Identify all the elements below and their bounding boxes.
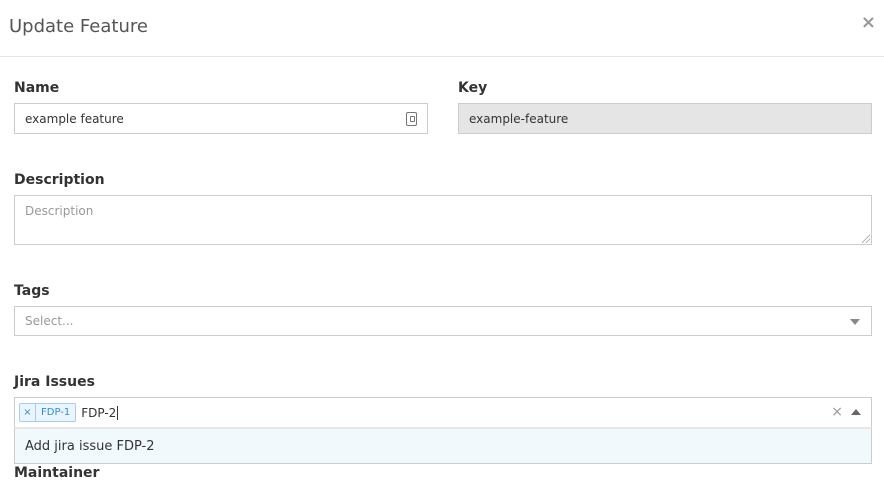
jira-search-value: FDP-2 <box>81 405 117 420</box>
key-value: example-feature <box>469 111 569 126</box>
add-jira-issue-option[interactable]: Add jira issue FDP-2 <box>25 439 155 454</box>
jira-issues-label: Jira Issues <box>14 374 95 390</box>
modal-title: Update Feature <box>9 16 148 37</box>
jira-tag-chip: × FDP-1 <box>19 403 77 422</box>
maintainer-label: Maintainer <box>14 465 100 481</box>
tags-placeholder: Select... <box>25 314 74 328</box>
chevron-down-icon[interactable] <box>850 319 860 325</box>
jira-search-input[interactable]: FDP-2 <box>81 405 119 420</box>
name-input[interactable]: example feature <box>14 103 428 134</box>
description-label: Description <box>14 172 105 188</box>
modal-header: Update Feature × <box>0 0 884 57</box>
name-value: example feature <box>25 111 124 126</box>
jira-issues-multiselect[interactable]: × FDP-1 FDP-2 × <box>14 397 872 428</box>
tags-select[interactable]: Select... <box>14 306 872 336</box>
name-label: Name <box>14 80 60 96</box>
text-cursor <box>117 405 119 420</box>
jira-tag-label: FDP-1 <box>41 407 71 418</box>
jira-options-dropdown: Add jira issue FDP-2 <box>14 428 872 464</box>
key-label: Key <box>458 80 488 96</box>
chevron-up-icon[interactable] <box>851 409 861 415</box>
tags-label: Tags <box>14 283 50 299</box>
resize-handle-icon[interactable] <box>862 235 870 243</box>
key-input: example-feature <box>458 103 872 134</box>
password-manager-icon[interactable] <box>406 112 417 126</box>
close-button[interactable]: × <box>861 13 876 33</box>
clear-icon[interactable]: × <box>831 404 843 420</box>
description-textarea[interactable]: Description <box>14 195 872 245</box>
description-placeholder: Description <box>25 204 94 218</box>
remove-tag-icon[interactable]: × <box>20 404 36 421</box>
